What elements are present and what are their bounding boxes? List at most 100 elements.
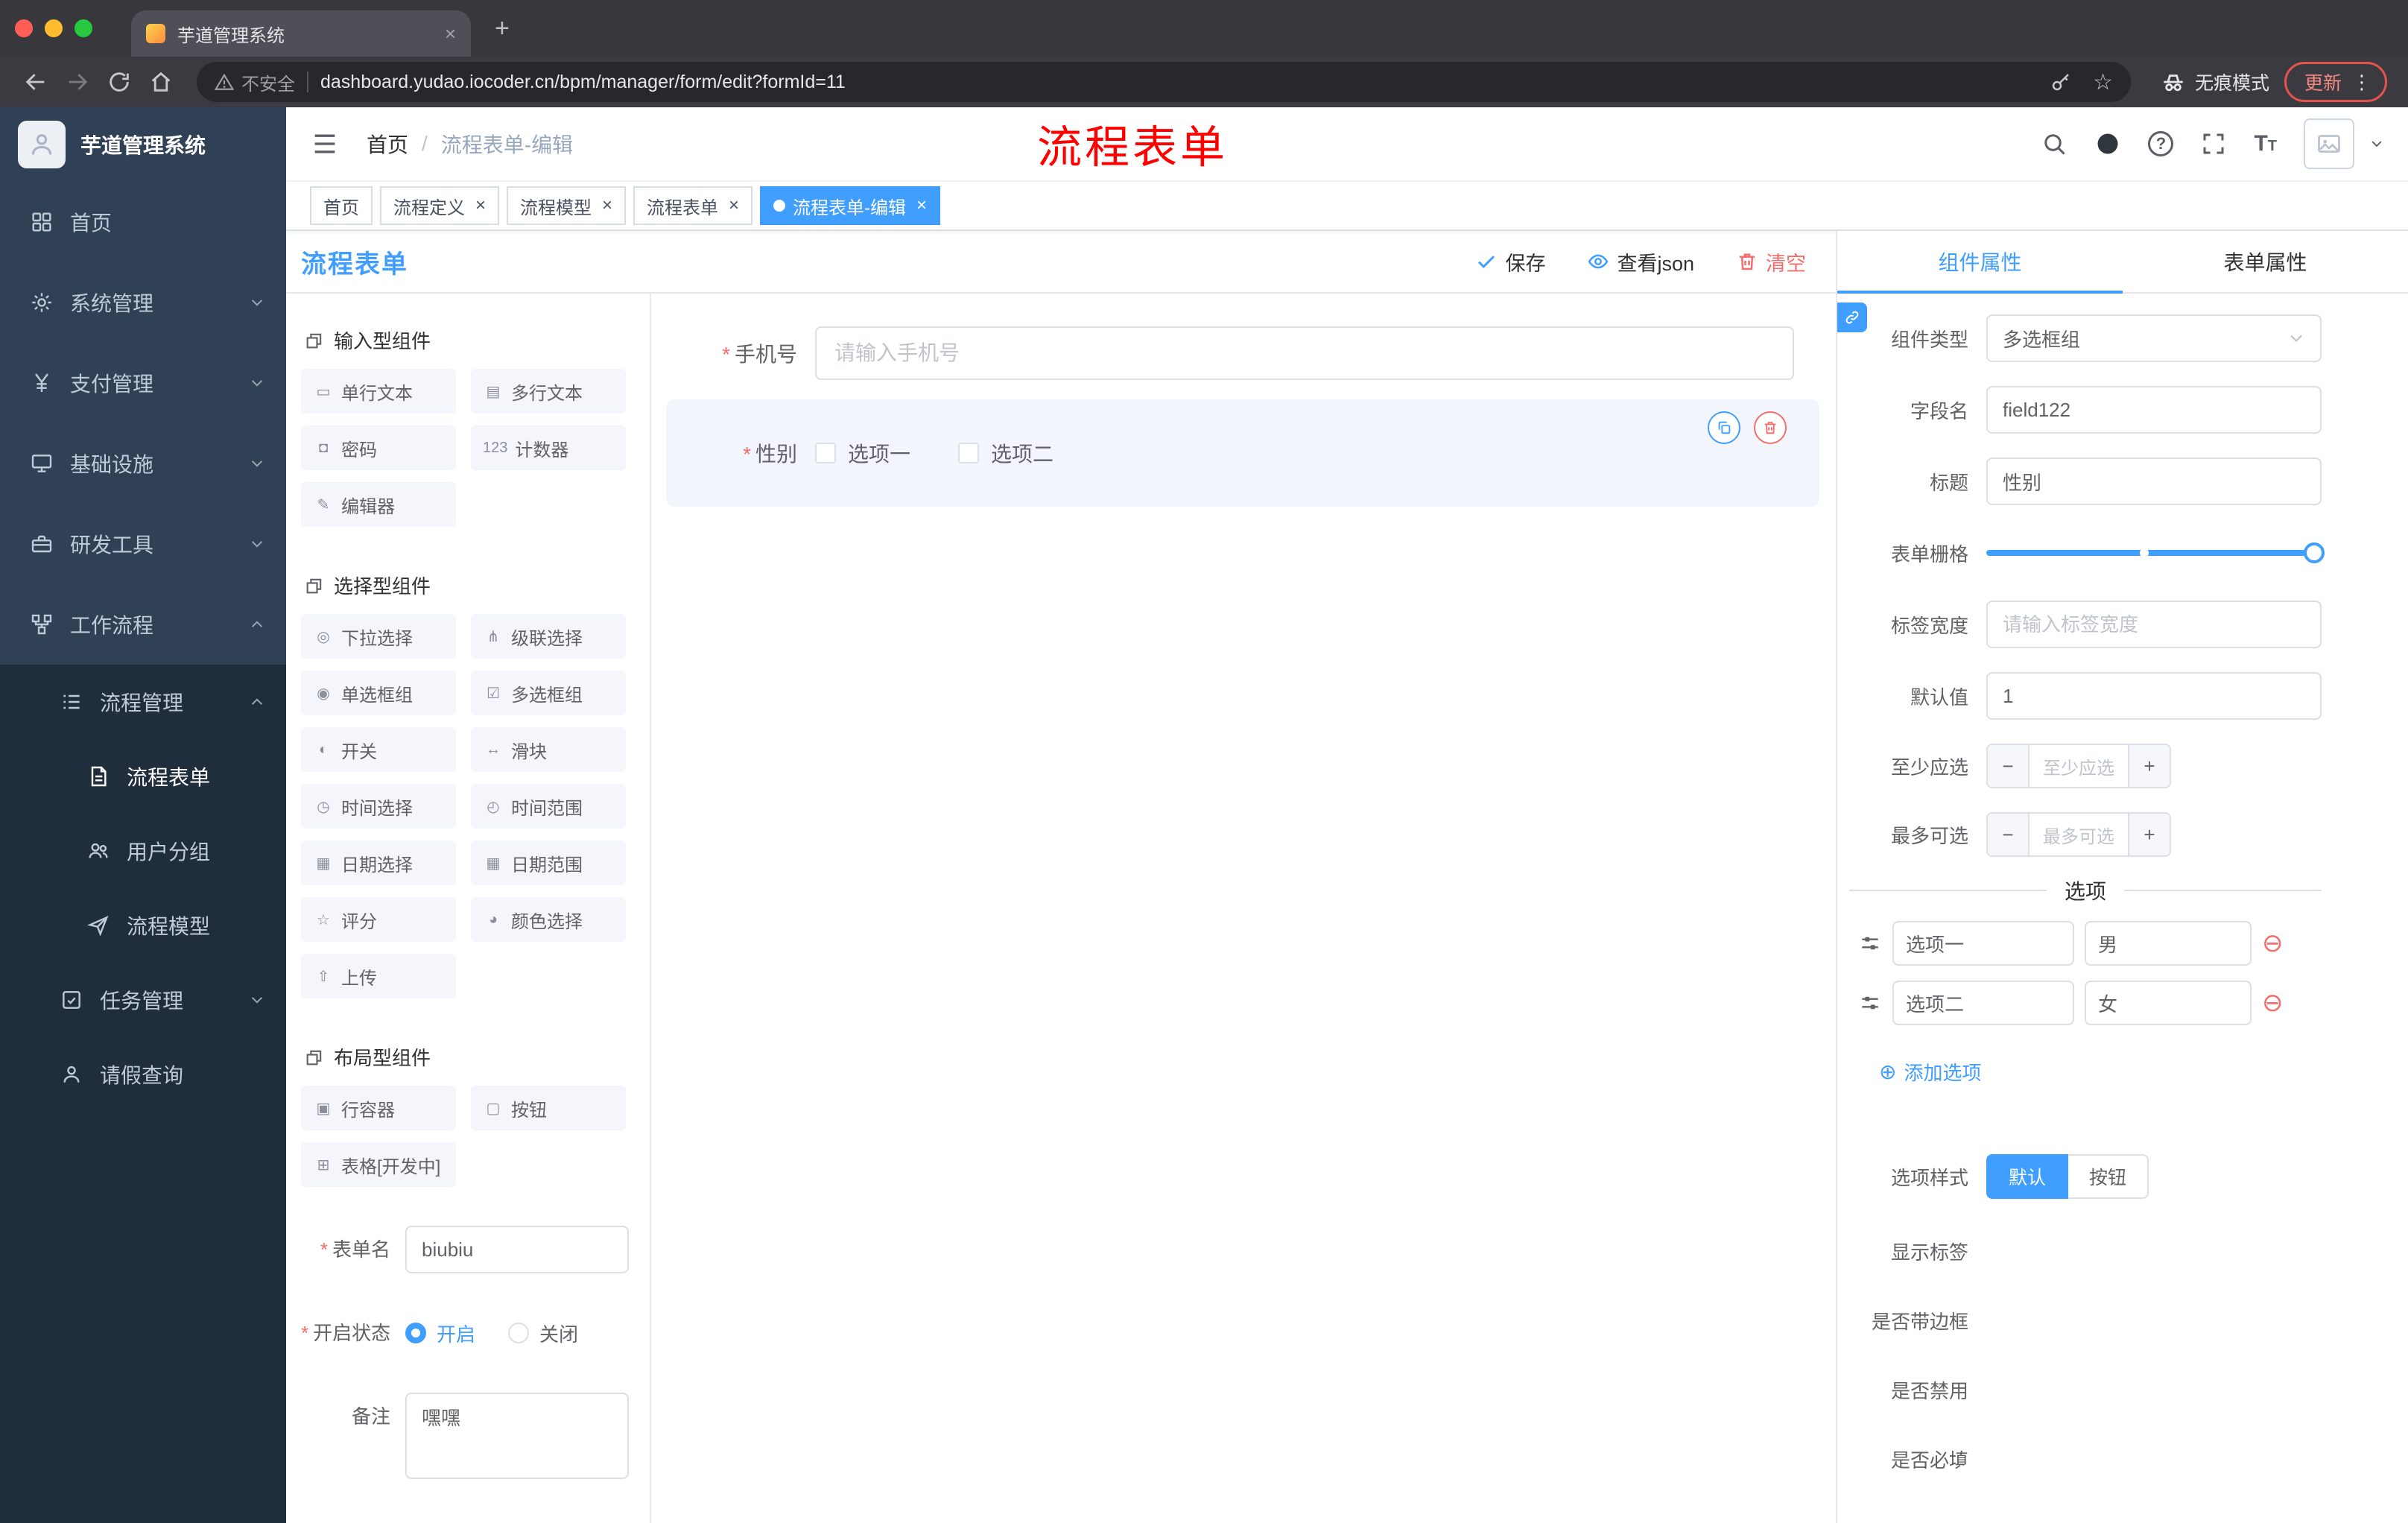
close-icon[interactable]: ×: [916, 195, 927, 216]
forward-button[interactable]: [57, 61, 98, 103]
browser-update-menu[interactable]: 更新 ⋮: [2284, 62, 2387, 102]
option-value-input[interactable]: [2085, 921, 2252, 966]
save-button[interactable]: 保存: [1475, 247, 1545, 276]
drag-handle-icon[interactable]: [1858, 991, 1882, 1015]
delete-widget-button[interactable]: [1754, 411, 1787, 444]
palette-item-switch[interactable]: ◐ 开关: [301, 727, 456, 772]
avatar-caret-icon[interactable]: [2381, 136, 2384, 151]
sidebar-item-user-groups[interactable]: 用户分组: [0, 814, 286, 888]
decrease-button[interactable]: −: [1988, 745, 2030, 787]
tag-process-definition[interactable]: 流程定义 ×: [380, 186, 500, 225]
close-icon[interactable]: ×: [475, 195, 486, 216]
sidebar-toggle-icon[interactable]: [310, 129, 340, 159]
close-icon[interactable]: ×: [602, 195, 612, 216]
bookmark-star-icon[interactable]: ☆: [2093, 69, 2113, 95]
tab-close-icon[interactable]: ×: [445, 22, 456, 45]
close-window-button[interactable]: [15, 19, 33, 37]
radio-closed[interactable]: 关闭: [508, 1320, 578, 1347]
option-label-input[interactable]: [1892, 921, 2074, 966]
kebab-menu-icon[interactable]: ⋮: [2352, 72, 2371, 92]
address-bar[interactable]: 不安全 dashboard.yudao.iocoder.cn/bpm/manag…: [197, 62, 2131, 102]
palette-item-table[interactable]: ⊞ 表格[开发中]: [301, 1142, 456, 1187]
palette-item-radio-group[interactable]: ◉ 单选框组: [301, 671, 456, 715]
avatar[interactable]: [2304, 118, 2354, 169]
palette-item-row-container[interactable]: ▣ 行容器: [301, 1086, 456, 1130]
sidebar-item-devtools[interactable]: 研发工具: [0, 504, 286, 584]
default-value-input[interactable]: [1986, 672, 2322, 720]
browser-tab[interactable]: 芋道管理系统 ×: [131, 10, 471, 57]
fullscreen-icon[interactable]: [2200, 130, 2227, 157]
sidebar-item-infrastructure[interactable]: 基础设施: [0, 423, 286, 504]
tag-process-model[interactable]: 流程模型 ×: [507, 186, 627, 225]
phone-field-row[interactable]: 手机号: [666, 326, 1794, 380]
remove-option-icon[interactable]: ⊖: [2262, 990, 2284, 1016]
option-label-input[interactable]: [1892, 981, 2074, 1025]
style-default-button[interactable]: 默认: [1986, 1154, 2069, 1199]
palette-item-cascader[interactable]: ⋔ 级联选择: [471, 614, 626, 659]
remark-textarea[interactable]: 嘿嘿: [405, 1393, 629, 1479]
grid-slider[interactable]: [1986, 529, 2325, 577]
sidebar-item-leave-query[interactable]: 请假查询: [0, 1037, 286, 1112]
selected-widget-gender[interactable]: 性别 选项一 选项二: [666, 399, 1819, 507]
checkbox-option-2[interactable]: 选项二: [958, 438, 1054, 468]
palette-item-date-picker[interactable]: ▦ 日期选择: [301, 840, 456, 885]
breadcrumb-home[interactable]: 首页: [367, 129, 408, 159]
sidebar-item-workflow[interactable]: 工作流程: [0, 584, 286, 665]
new-tab-button[interactable]: +: [495, 14, 510, 43]
stepper-placeholder[interactable]: 最多可选: [2030, 814, 2128, 855]
zoom-window-button[interactable]: [75, 19, 92, 37]
minimize-window-button[interactable]: [45, 19, 63, 37]
increase-button[interactable]: +: [2128, 814, 2170, 855]
slider-handle[interactable]: [2304, 542, 2325, 563]
palette-item-button[interactable]: ▢ 按钮: [471, 1086, 626, 1130]
back-button[interactable]: [15, 61, 57, 103]
close-icon[interactable]: ×: [729, 195, 739, 216]
component-type-select[interactable]: 多选框组: [1986, 314, 2322, 362]
search-icon[interactable]: [2041, 130, 2068, 157]
sidebar-item-process-management[interactable]: 流程管理: [0, 665, 286, 739]
palette-item-time-picker[interactable]: ◷ 时间选择: [301, 784, 456, 829]
tag-process-form[interactable]: 流程表单 ×: [633, 186, 753, 225]
sidebar-item-process-model[interactable]: 流程模型: [0, 888, 286, 963]
palette-item-color-picker[interactable]: ◕ 颜色选择: [471, 897, 626, 942]
reload-button[interactable]: [98, 61, 140, 103]
tag-process-form-edit[interactable]: 流程表单-编辑 ×: [760, 186, 941, 225]
app-logo[interactable]: 芋道管理系统: [0, 107, 286, 182]
palette-item-date-range[interactable]: ▦ 日期范围: [471, 840, 626, 885]
field-name-input[interactable]: [1986, 386, 2322, 434]
remove-option-icon[interactable]: ⊖: [2262, 931, 2284, 956]
form-name-input[interactable]: [405, 1226, 629, 1273]
radio-open[interactable]: 开启: [405, 1320, 475, 1347]
home-button[interactable]: [140, 61, 182, 103]
palette-item-textarea[interactable]: ▤ 多行文本: [471, 369, 626, 414]
drag-handle-icon[interactable]: [1858, 931, 1882, 955]
palette-item-slider[interactable]: ↔ 滑块: [471, 727, 626, 772]
phone-input[interactable]: [815, 326, 1794, 380]
add-option-button[interactable]: ⊕ 添加选项: [1879, 1058, 1981, 1086]
option-value-input[interactable]: [2085, 981, 2252, 1025]
password-key-icon[interactable]: [2050, 71, 2072, 93]
label-width-input[interactable]: [1986, 601, 2322, 648]
form-canvas[interactable]: 手机号 性别 选项一 选项二: [651, 294, 1836, 1523]
github-icon[interactable]: [2094, 130, 2121, 157]
palette-item-counter[interactable]: 123 计数器: [471, 425, 626, 470]
help-icon[interactable]: ?: [2148, 131, 2174, 156]
slider-track[interactable]: [1986, 550, 2322, 556]
clear-button[interactable]: 清空: [1736, 247, 1806, 276]
font-size-icon[interactable]: TT: [2254, 131, 2277, 156]
tag-home[interactable]: 首页: [310, 186, 373, 225]
sidebar-item-home[interactable]: 首页: [0, 182, 286, 262]
security-indicator[interactable]: 不安全: [215, 69, 295, 95]
palette-item-upload[interactable]: ⇧ 上传: [301, 954, 456, 998]
sidebar-item-system[interactable]: 系统管理: [0, 262, 286, 343]
palette-item-checkbox-group[interactable]: ☑ 多选框组: [471, 671, 626, 715]
stepper-placeholder[interactable]: 至少应选: [2030, 745, 2128, 787]
tab-form-props[interactable]: 表单属性: [2123, 231, 2408, 292]
copy-widget-button[interactable]: [1708, 411, 1740, 444]
palette-item-editor[interactable]: ✎ 编辑器: [301, 482, 456, 527]
palette-item-single-text[interactable]: ▭ 单行文本: [301, 369, 456, 414]
style-button-button[interactable]: 按钮: [2068, 1154, 2149, 1199]
tab-component-props[interactable]: 组件属性: [1837, 231, 2123, 294]
title-input[interactable]: [1986, 457, 2322, 505]
palette-item-rate[interactable]: ☆ 评分: [301, 897, 456, 942]
